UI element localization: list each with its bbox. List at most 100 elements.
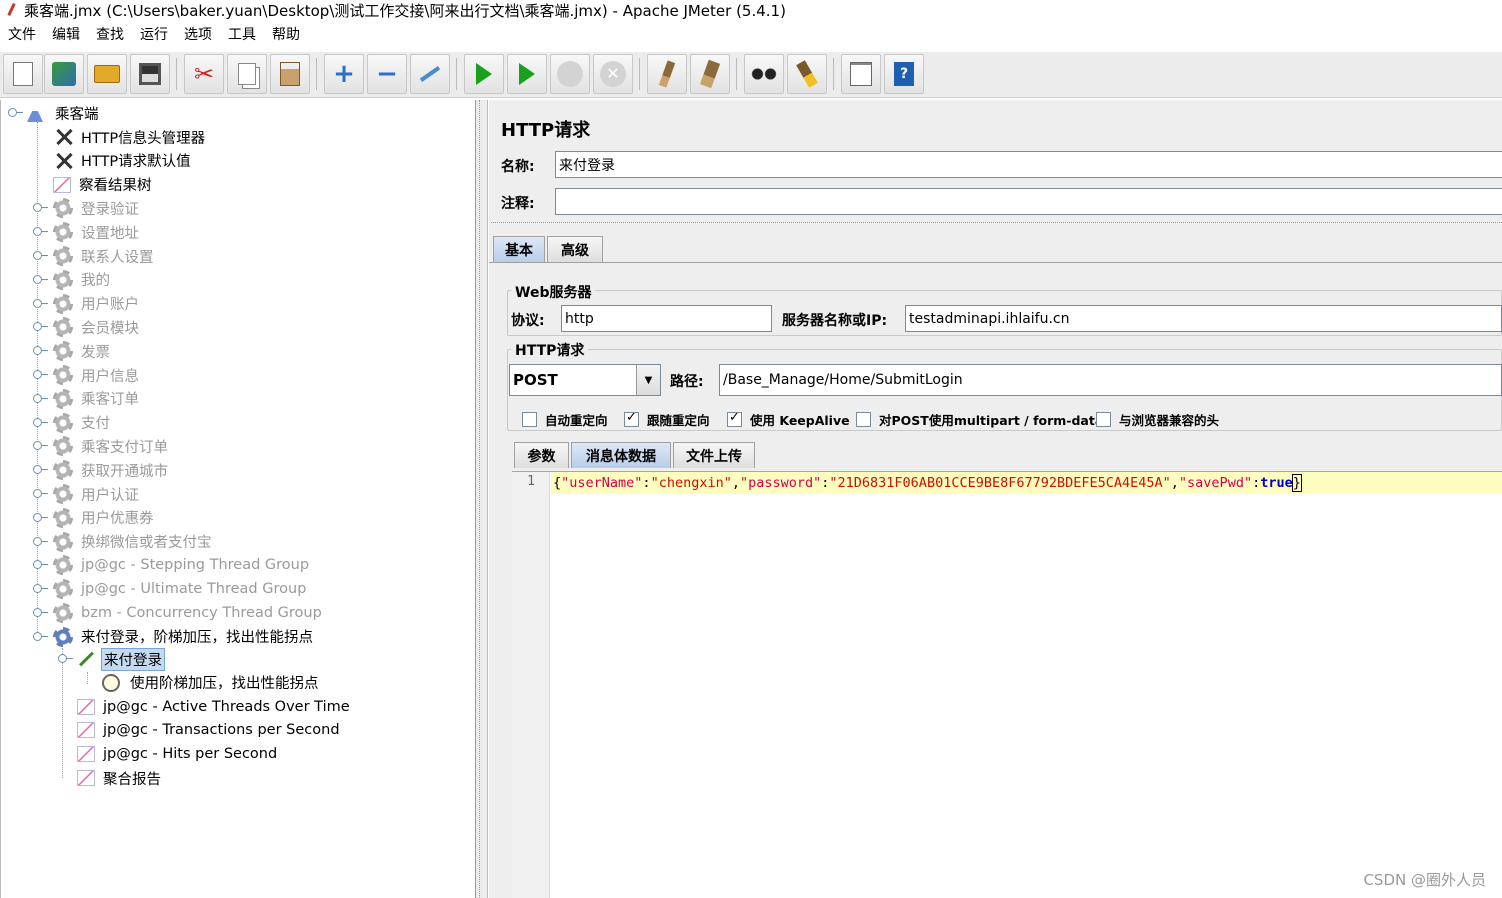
tree-item[interactable]: 我的 [53, 269, 112, 291]
tree-expand-handle[interactable] [33, 417, 48, 427]
tree-item[interactable]: jp@gc - Transactions per Second [77, 719, 342, 741]
tree-expand-handle[interactable] [33, 203, 48, 213]
option-auto-redirect[interactable]: 自动重定向 [522, 410, 608, 429]
tree-item[interactable]: 登录验证 [53, 197, 141, 219]
start-no-pauses-button[interactable] [507, 54, 547, 94]
tree-expand-handle[interactable] [33, 251, 48, 260]
tree-root[interactable]: 乘客端 [27, 102, 101, 124]
cut-button[interactable]: ✂ [184, 54, 224, 94]
option-follow-redirect[interactable]: 跟随重定向 [624, 410, 710, 429]
templates-button[interactable] [44, 54, 84, 94]
option-multipart[interactable]: 对POST使用multipart / form-data [856, 410, 1103, 429]
tree-item[interactable]: jp@gc - Ultimate Thread Group [53, 578, 308, 600]
tree-item[interactable]: 乘客支付订单 [53, 435, 170, 457]
tree-item[interactable]: 用户账户 [53, 293, 141, 315]
tree-item[interactable]: 使用阶梯加压，找出性能拐点 [102, 672, 321, 694]
tree-item[interactable]: 获取开通城市 [53, 459, 170, 481]
tree-expand-handle[interactable] [33, 512, 48, 522]
tree-item[interactable]: jp@gc - Stepping Thread Group [53, 554, 311, 576]
collapse-all-button[interactable]: − [367, 54, 407, 94]
tree-expand-handle[interactable] [33, 631, 48, 641]
tree-item[interactable]: 聚合报告 [77, 767, 163, 789]
tab-parameters[interactable]: 参数 [514, 442, 569, 468]
tree-item[interactable]: 乘客订单 [53, 388, 141, 410]
tree-expand-handle[interactable] [33, 370, 48, 379]
tree-expand-handle[interactable] [33, 489, 48, 498]
tree-expand-handle[interactable] [33, 298, 48, 308]
option-browser-headers[interactable]: 与浏览器兼容的头 [1096, 410, 1219, 429]
root-expand-handle[interactable] [8, 108, 23, 117]
paste-button[interactable] [270, 54, 310, 94]
method-select[interactable]: POST ▼ [509, 364, 661, 396]
tree-item[interactable]: 设置地址 [53, 221, 141, 243]
option-keepalive[interactable]: 使用 KeepAlive [727, 410, 850, 429]
keepalive-checkbox[interactable] [727, 410, 742, 427]
help-button[interactable]: ? [884, 54, 924, 94]
tree-item[interactable]: bzm - Concurrency Thread Group [53, 602, 324, 624]
auto-redirect-checkbox[interactable] [522, 412, 537, 427]
protocol-field[interactable]: http [561, 305, 772, 332]
menu-options[interactable]: 选项 [184, 24, 220, 44]
start-button[interactable] [464, 54, 504, 94]
open-button[interactable] [87, 54, 127, 94]
name-field[interactable]: 来付登录 [555, 151, 1502, 178]
menu-file[interactable]: 文件 [8, 24, 44, 44]
tree-item[interactable]: HTTP请求默认值 [53, 150, 193, 172]
tree-item[interactable]: jp@gc - Active Threads Over Time [77, 696, 352, 718]
tree-expand-handle[interactable] [33, 274, 48, 284]
tree-expand-handle[interactable] [58, 654, 73, 663]
tree-expand-handle[interactable] [33, 560, 48, 570]
chevron-down-icon[interactable]: ▼ [636, 365, 660, 395]
toggle-button[interactable] [410, 54, 450, 94]
tree-item[interactable]: 察看结果树 [53, 174, 154, 196]
tree-item[interactable]: 联系人设置 [53, 245, 156, 267]
tree-item[interactable]: 支付 [53, 412, 112, 434]
menu-tools[interactable]: 工具 [228, 24, 264, 44]
tab-file-upload[interactable]: 文件上传 [673, 442, 755, 468]
tab-basic[interactable]: 基本 [493, 236, 545, 262]
save-button[interactable] [130, 54, 170, 94]
tree-item[interactable]: 用户认证 [53, 483, 141, 505]
menu-run[interactable]: 运行 [140, 24, 176, 44]
shutdown-button[interactable]: ✕ [593, 54, 633, 94]
tree-expand-handle[interactable] [33, 465, 48, 475]
body-data-editor[interactable]: 1 {"userName": "chengxin", "password": "21D… [512, 471, 1502, 898]
tab-advanced[interactable]: 高级 [547, 236, 603, 262]
path-field[interactable]: /Base_Manage/Home/SubmitLogin [719, 364, 1502, 396]
server-field[interactable]: testadminapi.ihlaifu.cn [905, 305, 1502, 332]
tree-expand-handle[interactable] [33, 441, 48, 451]
reset-search-button[interactable] [787, 54, 827, 94]
comment-field[interactable] [555, 188, 1502, 215]
clear-all-button[interactable] [690, 54, 730, 94]
browser-headers-checkbox[interactable] [1096, 412, 1111, 427]
search-button[interactable] [744, 54, 784, 94]
tree-expand-handle[interactable] [33, 536, 48, 546]
tree-item[interactable]: 来付登录，阶梯加压，找出性能拐点 [53, 626, 315, 648]
tree-item[interactable]: jp@gc - Hits per Second [77, 743, 279, 765]
expand-all-button[interactable]: + [324, 54, 364, 94]
tree-item[interactable]: 换绑微信或者支付宝 [53, 531, 214, 553]
tree-expand-handle[interactable] [33, 227, 48, 237]
clear-button[interactable] [647, 54, 687, 94]
tree-item[interactable]: 会员模块 [53, 316, 141, 338]
tree-expand-handle[interactable] [33, 584, 48, 594]
new-button[interactable] [3, 54, 43, 94]
pane-splitter[interactable] [476, 100, 488, 898]
tree-item[interactable]: HTTP信息头管理器 [53, 126, 207, 148]
tree-expand-handle[interactable] [33, 608, 48, 617]
tree-expand-handle[interactable] [33, 346, 48, 356]
tab-body-data[interactable]: 消息体数据 [571, 442, 671, 468]
menu-search[interactable]: 查找 [96, 24, 132, 44]
tree-item[interactable]: 用户优惠券 [53, 507, 156, 529]
tree-item[interactable]: 发票 [53, 340, 112, 362]
function-helper-button[interactable] [841, 54, 881, 94]
tree-expand-handle[interactable] [33, 393, 48, 403]
copy-button[interactable] [227, 54, 267, 94]
menu-help[interactable]: 帮助 [272, 24, 308, 44]
stop-button[interactable] [550, 54, 590, 94]
tree-expand-handle[interactable] [33, 322, 48, 332]
multipart-checkbox[interactable] [856, 412, 871, 427]
follow-redirect-checkbox[interactable] [624, 410, 639, 427]
menu-edit[interactable]: 编辑 [52, 24, 88, 44]
tree-item[interactable]: 用户信息 [53, 364, 141, 386]
